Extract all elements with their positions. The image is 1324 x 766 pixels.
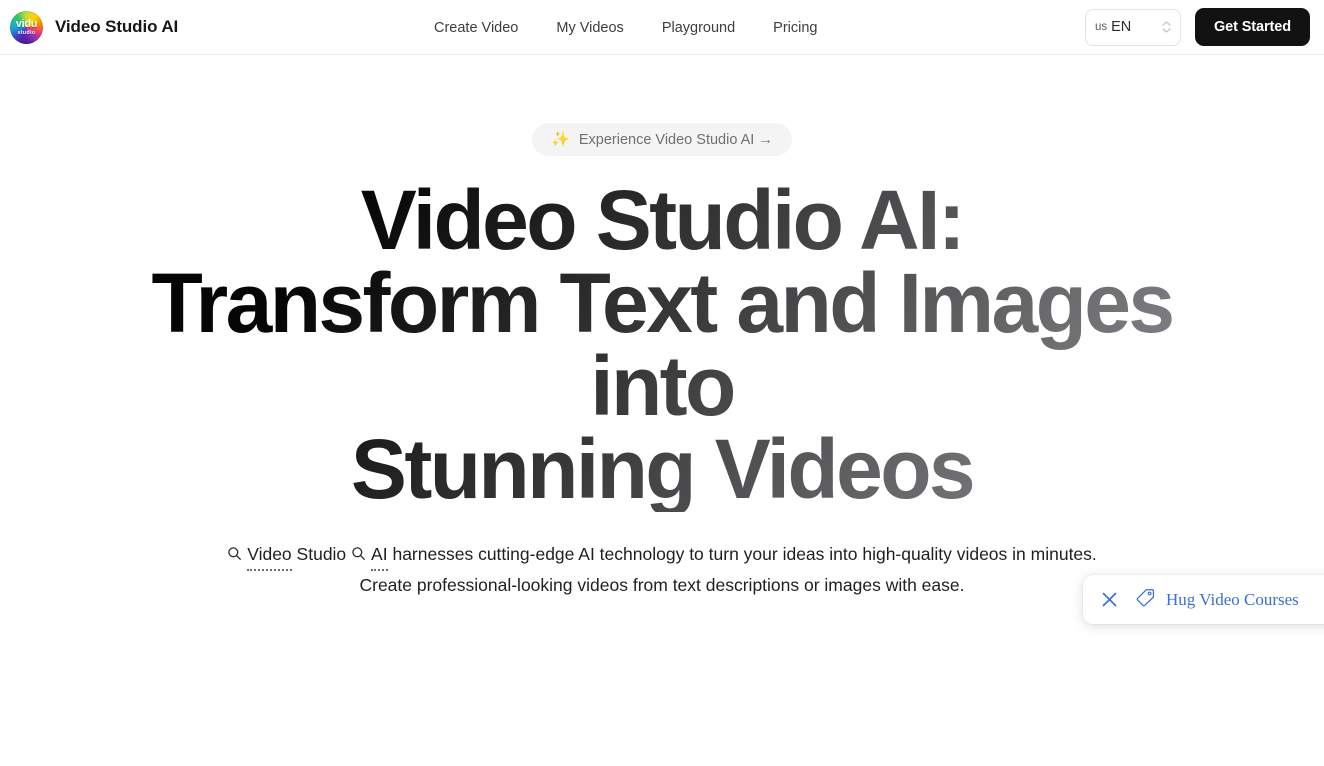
sparkles-icon: ✨ bbox=[551, 131, 570, 148]
language-country: us bbox=[1094, 21, 1108, 33]
hero-subtitle: Video Studio AI harnesses cutting-edge A… bbox=[227, 540, 1097, 600]
lookup-label-video: Video bbox=[247, 540, 292, 571]
language-code: EN bbox=[1111, 19, 1132, 35]
nav-item-create-video[interactable]: Create Video bbox=[434, 20, 518, 36]
close-icon[interactable] bbox=[1101, 591, 1118, 608]
nav-item-pricing[interactable]: Pricing bbox=[773, 20, 817, 36]
brand-name: Video Studio AI bbox=[55, 17, 179, 36]
logo-sub-text: studio bbox=[17, 29, 36, 36]
lookup-term-ai[interactable]: AI bbox=[351, 540, 388, 571]
hero-section: ✨ Experience Video Studio AI → Video Stu… bbox=[0, 55, 1324, 599]
promo-toast-label: Hug Video Courses bbox=[1166, 589, 1299, 609]
header-actions: us EN Get Started bbox=[1084, 8, 1310, 46]
nav-item-playground[interactable]: Playground bbox=[662, 20, 735, 36]
brand[interactable]: vidu studio Video Studio AI bbox=[10, 10, 179, 44]
chevron-up-down-icon bbox=[1162, 21, 1171, 33]
page-title: Video Studio AI: Transform Text and Imag… bbox=[132, 179, 1192, 512]
search-icon bbox=[227, 541, 242, 569]
headline-line-2: Transform Text and Images into bbox=[151, 256, 1173, 434]
vidu-studio-logo-icon: vidu studio bbox=[10, 10, 43, 44]
subtitle-line-2: Create professional-looking videos from … bbox=[359, 574, 965, 595]
language-selector[interactable]: us EN bbox=[1084, 8, 1181, 46]
lookup-term-video[interactable]: Video bbox=[227, 540, 292, 571]
logo-main-text: vidu bbox=[15, 17, 38, 30]
experience-badge[interactable]: ✨ Experience Video Studio AI → bbox=[532, 123, 792, 156]
promo-toast-link[interactable]: Hug Video Courses bbox=[1136, 588, 1299, 612]
subtitle-mid-1: Studio bbox=[296, 543, 347, 564]
promo-toast: Hug Video Courses bbox=[1083, 575, 1324, 624]
get-started-button[interactable]: Get Started bbox=[1194, 8, 1310, 46]
experience-badge-label: Experience Video Studio AI → bbox=[578, 131, 773, 148]
headline-line-3: Stunning Videos bbox=[350, 422, 974, 517]
nav-item-my-videos[interactable]: My Videos bbox=[556, 20, 623, 36]
lookup-label-ai: AI bbox=[371, 540, 388, 571]
headline-line-1: Video Studio AI: bbox=[360, 173, 964, 267]
site-header: vidu studio Video Studio AI Create Video… bbox=[0, 0, 1324, 55]
subtitle-rest-1: harnesses cutting-edge AI technology to … bbox=[392, 543, 1097, 564]
main-nav: Create Video My Videos Playground Pricin… bbox=[434, 0, 818, 55]
tag-icon bbox=[1136, 588, 1155, 612]
search-icon bbox=[351, 541, 366, 569]
